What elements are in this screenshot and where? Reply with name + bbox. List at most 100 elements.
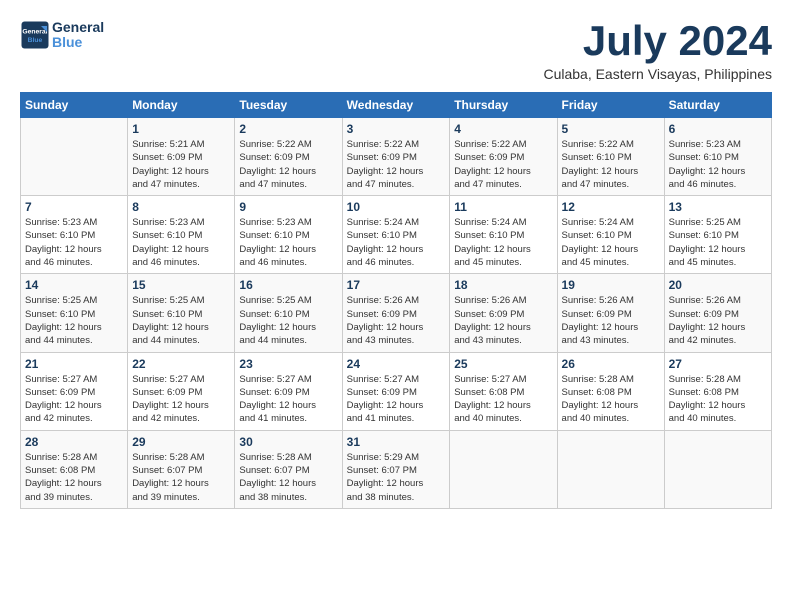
col-monday: Monday bbox=[128, 93, 235, 118]
day-info: Sunrise: 5:27 AMSunset: 6:09 PMDaylight:… bbox=[347, 373, 446, 426]
calendar-cell: 19Sunrise: 5:26 AMSunset: 6:09 PMDayligh… bbox=[557, 274, 664, 352]
day-number: 5 bbox=[562, 122, 660, 136]
col-wednesday: Wednesday bbox=[342, 93, 450, 118]
day-number: 24 bbox=[347, 357, 446, 371]
calendar-cell: 12 Sunrise: 5:24 AMSunset: 6:10 PMDayligh… bbox=[557, 196, 664, 274]
header-row: Sunday Monday Tuesday Wednesday Thursday… bbox=[21, 93, 772, 118]
calendar-cell: 21Sunrise: 5:27 AMSunset: 6:09 PMDayligh… bbox=[21, 352, 128, 430]
day-number: 31 bbox=[347, 435, 446, 449]
col-friday: Friday bbox=[557, 93, 664, 118]
day-number: 8 bbox=[132, 200, 230, 214]
calendar-cell: 7 Sunrise: 5:23 AMSunset: 6:10 PMDaylight… bbox=[21, 196, 128, 274]
month-title: July 2024 bbox=[543, 20, 772, 62]
calendar-cell: 29 Sunrise: 5:28 AMSunset: 6:07 PMDayligh… bbox=[128, 430, 235, 508]
calendar-cell: 30Sunrise: 5:28 AMSunset: 6:07 PMDayligh… bbox=[235, 430, 342, 508]
day-info: Sunrise: 5:28 AMSunset: 6:08 PMDaylight:… bbox=[562, 373, 660, 426]
calendar-week-3: 14 Sunrise: 5:25 AMSunset: 6:10 PMDayligh… bbox=[21, 274, 772, 352]
day-info: Sunrise: 5:23 AMSunset: 6:10 PMDaylight:… bbox=[25, 216, 123, 269]
calendar-cell: 6 Sunrise: 5:23 AMSunset: 6:10 PMDaylight… bbox=[664, 118, 771, 196]
day-number: 22 bbox=[132, 357, 230, 371]
day-info: Sunrise: 5:27 AMSunset: 6:09 PMDaylight:… bbox=[132, 373, 230, 426]
page-header: General Blue General Blue July 2024 Cula… bbox=[20, 20, 772, 82]
day-number: 3 bbox=[347, 122, 446, 136]
calendar-cell: 13Sunrise: 5:25 AMSunset: 6:10 PMDayligh… bbox=[664, 196, 771, 274]
calendar-cell: 24 Sunrise: 5:27 AMSunset: 6:09 PMDayligh… bbox=[342, 352, 450, 430]
day-info: Sunrise: 5:28 AMSunset: 6:07 PMDaylight:… bbox=[132, 451, 230, 504]
calendar-cell: 22 Sunrise: 5:27 AMSunset: 6:09 PMDayligh… bbox=[128, 352, 235, 430]
calendar-cell: 23 Sunrise: 5:27 AMSunset: 6:09 PMDayligh… bbox=[235, 352, 342, 430]
day-number: 4 bbox=[454, 122, 552, 136]
day-number: 15 bbox=[132, 278, 230, 292]
calendar-cell: 9 Sunrise: 5:23 AMSunset: 6:10 PMDaylight… bbox=[235, 196, 342, 274]
day-number: 17 bbox=[347, 278, 446, 292]
calendar-week-1: 1 Sunrise: 5:21 AMSunset: 6:09 PMDaylight… bbox=[21, 118, 772, 196]
calendar-cell: 15 Sunrise: 5:25 AMSunset: 6:10 PMDayligh… bbox=[128, 274, 235, 352]
svg-text:General: General bbox=[22, 29, 47, 36]
calendar-body: 1 Sunrise: 5:21 AMSunset: 6:09 PMDaylight… bbox=[21, 118, 772, 509]
title-block: July 2024 Culaba, Eastern Visayas, Phili… bbox=[543, 20, 772, 82]
calendar-cell: 4 Sunrise: 5:22 AMSunset: 6:09 PMDaylight… bbox=[450, 118, 557, 196]
day-info: Sunrise: 5:23 AMSunset: 6:10 PMDaylight:… bbox=[669, 138, 767, 191]
day-info: Sunrise: 5:21 AMSunset: 6:09 PMDaylight:… bbox=[132, 138, 230, 191]
col-thursday: Thursday bbox=[450, 93, 557, 118]
day-number: 9 bbox=[239, 200, 337, 214]
day-info: Sunrise: 5:27 AMSunset: 6:09 PMDaylight:… bbox=[239, 373, 337, 426]
calendar-cell: 25Sunrise: 5:27 AMSunset: 6:08 PMDayligh… bbox=[450, 352, 557, 430]
calendar-cell: 26Sunrise: 5:28 AMSunset: 6:08 PMDayligh… bbox=[557, 352, 664, 430]
day-number: 10 bbox=[347, 200, 446, 214]
day-number: 23 bbox=[239, 357, 337, 371]
day-number: 1 bbox=[132, 122, 230, 136]
day-number: 19 bbox=[562, 278, 660, 292]
calendar-cell: 8Sunrise: 5:23 AMSunset: 6:10 PMDaylight… bbox=[128, 196, 235, 274]
day-info: Sunrise: 5:27 AMSunset: 6:09 PMDaylight:… bbox=[25, 373, 123, 426]
calendar-table: Sunday Monday Tuesday Wednesday Thursday… bbox=[20, 92, 772, 509]
day-number: 7 bbox=[25, 200, 123, 214]
calendar-cell: 16Sunrise: 5:25 AMSunset: 6:10 PMDayligh… bbox=[235, 274, 342, 352]
day-info: Sunrise: 5:25 AMSunset: 6:10 PMDaylight:… bbox=[25, 294, 123, 347]
calendar-cell: 18Sunrise: 5:26 AMSunset: 6:09 PMDayligh… bbox=[450, 274, 557, 352]
calendar-cell: 28Sunrise: 5:28 AMSunset: 6:08 PMDayligh… bbox=[21, 430, 128, 508]
calendar-cell: 27 Sunrise: 5:28 AMSunset: 6:08 PMDayligh… bbox=[664, 352, 771, 430]
day-info: Sunrise: 5:22 AMSunset: 6:09 PMDaylight:… bbox=[347, 138, 446, 191]
col-tuesday: Tuesday bbox=[235, 93, 342, 118]
day-info: Sunrise: 5:28 AMSunset: 6:08 PMDaylight:… bbox=[669, 373, 767, 426]
day-info: Sunrise: 5:28 AMSunset: 6:07 PMDaylight:… bbox=[239, 451, 337, 504]
day-info: Sunrise: 5:22 AMSunset: 6:09 PMDaylight:… bbox=[239, 138, 337, 191]
calendar-cell: 3 Sunrise: 5:22 AMSunset: 6:09 PMDaylight… bbox=[342, 118, 450, 196]
day-number: 29 bbox=[132, 435, 230, 449]
day-number: 27 bbox=[669, 357, 767, 371]
day-info: Sunrise: 5:25 AMSunset: 6:10 PMDaylight:… bbox=[132, 294, 230, 347]
calendar-cell: 17Sunrise: 5:26 AMSunset: 6:09 PMDayligh… bbox=[342, 274, 450, 352]
col-saturday: Saturday bbox=[664, 93, 771, 118]
day-info: Sunrise: 5:28 AMSunset: 6:08 PMDaylight:… bbox=[25, 451, 123, 504]
calendar-cell: 31 Sunrise: 5:29 AMSunset: 6:07 PMDayligh… bbox=[342, 430, 450, 508]
calendar-week-4: 21Sunrise: 5:27 AMSunset: 6:09 PMDayligh… bbox=[21, 352, 772, 430]
calendar-cell: 2 Sunrise: 5:22 AMSunset: 6:09 PMDaylight… bbox=[235, 118, 342, 196]
day-info: Sunrise: 5:23 AMSunset: 6:10 PMDaylight:… bbox=[239, 216, 337, 269]
day-info: Sunrise: 5:27 AMSunset: 6:08 PMDaylight:… bbox=[454, 373, 552, 426]
calendar-cell: 11Sunrise: 5:24 AMSunset: 6:10 PMDayligh… bbox=[450, 196, 557, 274]
day-info: Sunrise: 5:24 AMSunset: 6:10 PMDaylight:… bbox=[454, 216, 552, 269]
day-number: 20 bbox=[669, 278, 767, 292]
day-number: 16 bbox=[239, 278, 337, 292]
day-number: 2 bbox=[239, 122, 337, 136]
svg-text:Blue: Blue bbox=[28, 37, 43, 44]
calendar-week-2: 7 Sunrise: 5:23 AMSunset: 6:10 PMDaylight… bbox=[21, 196, 772, 274]
logo-text: General Blue bbox=[52, 20, 104, 51]
col-sunday: Sunday bbox=[21, 93, 128, 118]
day-info: Sunrise: 5:29 AMSunset: 6:07 PMDaylight:… bbox=[347, 451, 446, 504]
day-info: Sunrise: 5:24 AMSunset: 6:10 PMDaylight:… bbox=[347, 216, 446, 269]
day-number: 14 bbox=[25, 278, 123, 292]
calendar-cell: 20 Sunrise: 5:26 AMSunset: 6:09 PMDayligh… bbox=[664, 274, 771, 352]
logo-icon: General Blue bbox=[20, 20, 50, 50]
day-info: Sunrise: 5:24 AMSunset: 6:10 PMDaylight:… bbox=[562, 216, 660, 269]
calendar-week-5: 28Sunrise: 5:28 AMSunset: 6:08 PMDayligh… bbox=[21, 430, 772, 508]
day-number: 12 bbox=[562, 200, 660, 214]
day-info: Sunrise: 5:22 AMSunset: 6:10 PMDaylight:… bbox=[562, 138, 660, 191]
day-info: Sunrise: 5:22 AMSunset: 6:09 PMDaylight:… bbox=[454, 138, 552, 191]
calendar-cell bbox=[450, 430, 557, 508]
calendar-cell bbox=[557, 430, 664, 508]
calendar-cell bbox=[21, 118, 128, 196]
day-number: 6 bbox=[669, 122, 767, 136]
day-info: Sunrise: 5:26 AMSunset: 6:09 PMDaylight:… bbox=[669, 294, 767, 347]
